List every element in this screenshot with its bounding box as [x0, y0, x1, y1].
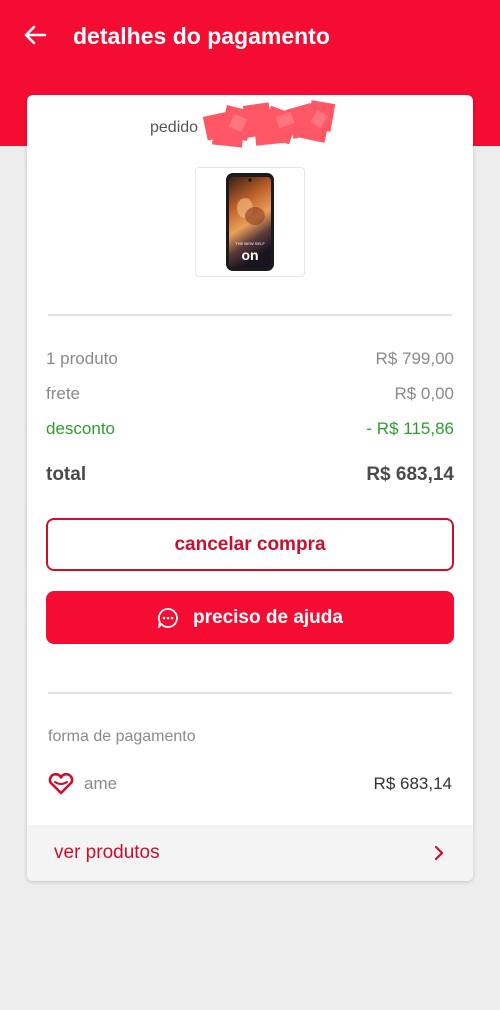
shipping-row: frete R$ 0,00 — [46, 382, 454, 406]
ame-heart-icon — [48, 773, 74, 795]
need-help-label: preciso de ajuda — [193, 606, 343, 628]
total-row: total R$ 683,14 — [46, 461, 454, 489]
discount-row: desconto - R$ 115,86 — [46, 417, 454, 441]
phone-screen-big-text: on — [241, 247, 258, 263]
payment-method-name: ame — [84, 774, 118, 793]
discount-value: - R$ 115,86 — [366, 419, 454, 438]
total-value: R$ 683,14 — [366, 464, 454, 485]
divider — [48, 692, 452, 694]
chat-bubble-icon — [157, 607, 178, 628]
total-label: total — [46, 464, 87, 485]
smartphone-product-image: THE NEW SELF on — [226, 173, 274, 271]
payment-amount: R$ 683,14 — [373, 774, 452, 793]
see-products-link[interactable]: ver produtos — [27, 825, 473, 881]
cancel-purchase-button[interactable]: cancelar compra — [46, 518, 454, 571]
back-button[interactable] — [18, 20, 52, 50]
payment-method-heading: forma de pagamento — [48, 728, 196, 745]
order-label: pedido — [150, 119, 199, 136]
cancel-purchase-label: cancelar compra — [174, 533, 326, 555]
phone-screen-small-text: THE NEW SELF — [235, 241, 265, 246]
page-title: detalhes do pagamento — [73, 23, 330, 49]
redaction-scribble — [202, 100, 336, 148]
see-products-label: ver produtos — [54, 842, 160, 863]
need-help-button[interactable]: preciso de ajuda — [46, 591, 454, 644]
products-row: 1 produto R$ 799,00 — [46, 347, 454, 371]
products-value: R$ 799,00 — [375, 349, 454, 368]
arrow-left-icon — [24, 25, 47, 45]
divider — [48, 314, 452, 316]
payment-method-row: ame R$ 683,14 — [48, 771, 452, 797]
discount-label: desconto — [46, 419, 115, 438]
shipping-value: R$ 0,00 — [394, 384, 454, 403]
shipping-label: frete — [46, 384, 81, 403]
chevron-right-icon — [434, 845, 444, 861]
product-thumbnail[interactable]: THE NEW SELF on — [195, 167, 305, 277]
payment-details-card: pedido THE NEW SELF on 1 produto R$ 799,… — [27, 95, 473, 881]
products-label: 1 produto — [46, 349, 118, 368]
